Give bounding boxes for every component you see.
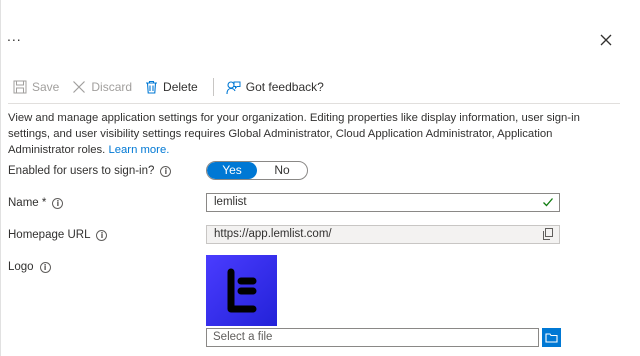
delete-button[interactable]: Delete [145, 80, 198, 94]
copy-icon[interactable] [542, 228, 554, 240]
toggle-yes-option[interactable]: Yes [207, 162, 257, 179]
save-icon [13, 80, 27, 94]
discard-icon [73, 81, 86, 93]
toggle-no-option[interactable]: No [257, 162, 307, 179]
toolbar-divider [8, 103, 620, 104]
feedback-button[interactable]: Got feedback? [226, 80, 324, 95]
homepage-url-field[interactable]: https://app.lemlist.com/ [206, 225, 560, 244]
homepage-url-value: https://app.lemlist.com/ [214, 228, 332, 240]
discard-button[interactable]: Discard [72, 80, 132, 94]
delete-label: Delete [163, 80, 198, 94]
enabled-label-row: Enabled for users to sign-in? i [8, 165, 172, 177]
logo-label-row: Logo i [8, 261, 51, 273]
discard-label: Discard [91, 80, 133, 94]
info-icon[interactable]: i [39, 261, 51, 273]
app-logo [206, 255, 277, 326]
left-border [0, 0, 1, 356]
trash-icon [146, 80, 158, 94]
name-value: lemlist [214, 196, 247, 208]
feedback-label: Got feedback? [245, 80, 324, 94]
close-icon[interactable] [598, 32, 614, 48]
more-menu[interactable]: ... [7, 28, 22, 44]
logo-label: Logo [8, 261, 34, 273]
enabled-toggle[interactable]: Yes No [206, 161, 308, 180]
save-label: Save [32, 80, 60, 94]
file-placeholder: Select a file [213, 331, 273, 343]
name-label: Name * [8, 197, 47, 209]
enabled-label: Enabled for users to sign-in? [8, 165, 155, 177]
learn-more-link[interactable]: Learn more. [108, 144, 169, 156]
settings-description: View and manage application settings for… [8, 110, 580, 158]
logo-file-input[interactable]: Select a file [206, 328, 539, 347]
browse-folder-button[interactable] [542, 328, 561, 347]
folder-icon [545, 333, 558, 343]
check-icon [543, 198, 553, 207]
homepage-label: Homepage URL [8, 229, 91, 241]
command-bar: Save Discard Delete Got feedback? [13, 77, 337, 97]
info-icon[interactable]: i [96, 229, 108, 241]
name-label-row: Name * i [8, 197, 64, 209]
save-button[interactable]: Save [13, 80, 59, 94]
info-icon[interactable]: i [52, 197, 64, 209]
feedback-icon [226, 80, 241, 94]
homepage-label-row: Homepage URL i [8, 229, 108, 241]
name-field[interactable]: lemlist [206, 193, 560, 212]
toolbar-separator [212, 78, 214, 96]
lemlist-logo-icon [206, 255, 277, 326]
info-icon[interactable]: i [160, 165, 172, 177]
description-text: View and manage application settings for… [8, 112, 580, 156]
